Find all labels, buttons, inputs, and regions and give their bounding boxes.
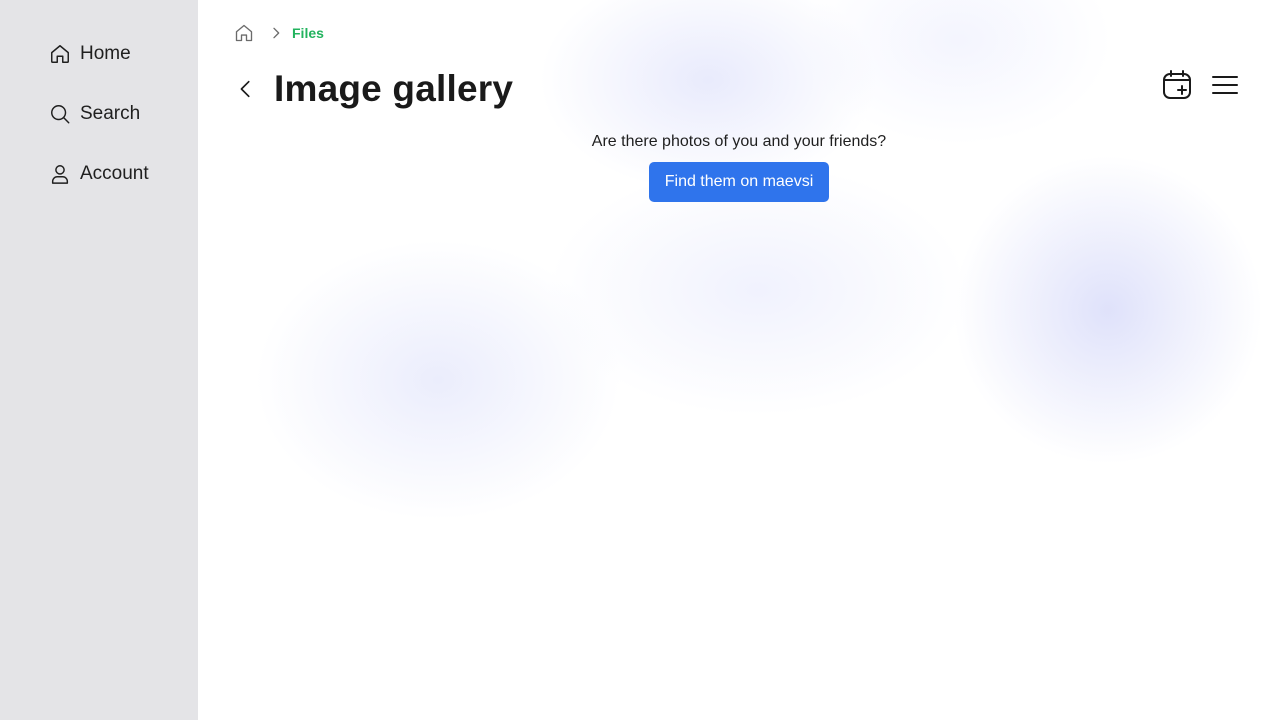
chevron-left-icon[interactable] xyxy=(234,77,258,101)
calendar-add-icon[interactable] xyxy=(1160,68,1194,102)
sidebar-item-label: Account xyxy=(80,163,149,184)
promo-text: Are there photos of you and your friends… xyxy=(591,133,887,150)
page-header: Image gallery xyxy=(234,64,513,114)
main-content: Files Image gallery Are there photos of … xyxy=(198,0,1280,720)
promo-section: Are there photos of you and your friends… xyxy=(198,130,1280,202)
sidebar: Home Search Account xyxy=(0,0,198,720)
sidebar-item-search[interactable]: Search xyxy=(0,94,198,134)
user-icon xyxy=(49,163,71,185)
sidebar-item-label: Search xyxy=(80,103,141,124)
app-window: Home Search Account Files Image gallery … xyxy=(0,0,1280,720)
sidebar-item-label: Home xyxy=(80,43,131,64)
find-on-maevsi-button[interactable]: Find them on maevsi xyxy=(648,162,830,202)
page-title: Image gallery xyxy=(274,68,514,109)
menu-icon[interactable] xyxy=(1208,68,1242,102)
search-icon xyxy=(49,103,71,125)
sidebar-item-home[interactable]: Home xyxy=(0,34,198,74)
chevron-right-icon xyxy=(268,25,284,41)
header-actions xyxy=(1160,68,1242,102)
breadcrumb: Files xyxy=(234,22,324,44)
sidebar-item-account[interactable]: Account xyxy=(0,154,198,194)
breadcrumb-current[interactable]: Files xyxy=(292,25,324,41)
home-icon xyxy=(49,43,71,65)
home-icon[interactable] xyxy=(234,23,254,43)
